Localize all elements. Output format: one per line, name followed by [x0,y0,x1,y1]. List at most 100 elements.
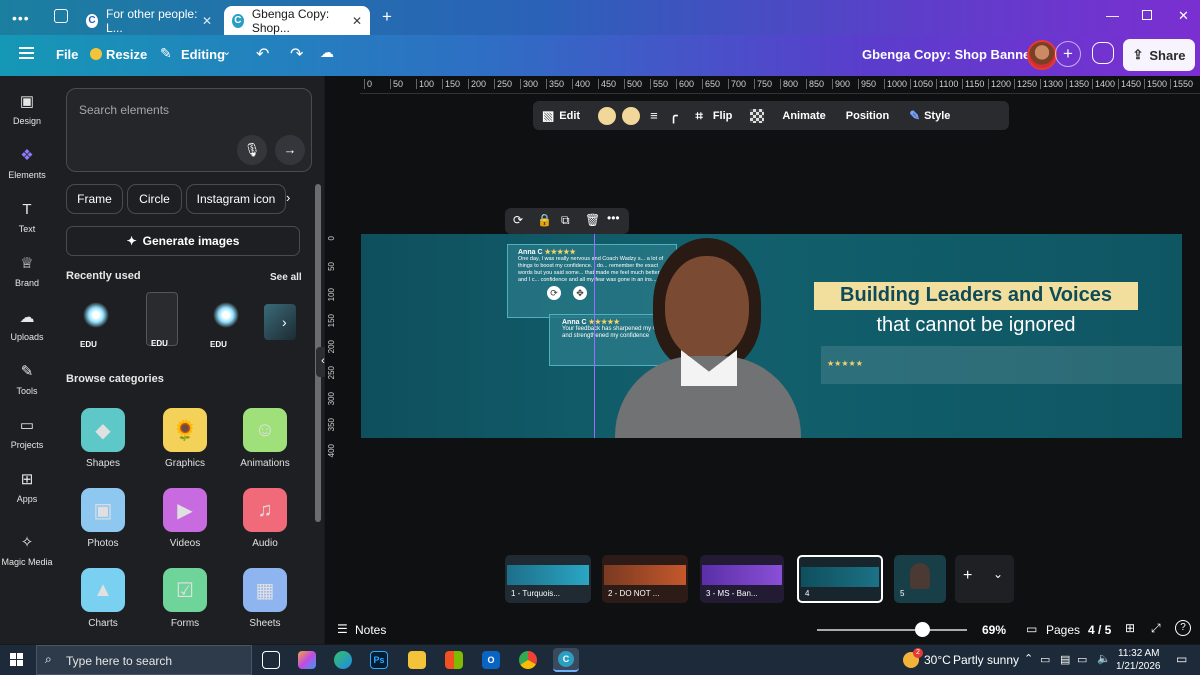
microphone-icon[interactable]: 🎙 [237,135,267,165]
photoshop-icon[interactable]: Ps [370,651,388,669]
see-all-link[interactable]: See all [270,272,302,283]
category-graphics[interactable]: 🌻 Graphics [150,408,220,469]
copilot-icon[interactable] [298,651,316,669]
pages-button[interactable]: Pages [1046,623,1080,637]
tab-other-people[interactable]: C For other people: L... ✕ [78,6,220,35]
weather-temp[interactable]: 30°C [924,653,951,667]
chip-instagram-icon[interactable]: Instagram icon [186,184,286,214]
style-button[interactable]: Style [924,110,950,122]
recent-next-icon[interactable]: › [282,314,287,330]
document-title[interactable]: Gbenga Copy: Shop Banners [862,47,1043,62]
chips-next-icon[interactable]: › [286,190,290,205]
category-animations[interactable]: ☺ Animations [230,408,300,469]
browser-menu-icon[interactable]: ••• [12,10,30,26]
close-tab-icon[interactable]: ✕ [202,14,212,28]
add-page-button[interactable]: + ⌄ [955,555,1014,603]
clock-date[interactable]: 1/21/2026 [1116,661,1161,672]
tray-app-icon[interactable]: ▭ [1040,653,1050,666]
edit-image-icon[interactable]: ▧ [542,108,554,124]
comments-icon[interactable] [1092,42,1114,64]
help-icon[interactable]: ? [1175,620,1191,636]
weather-description[interactable]: Partly sunny [953,653,1019,667]
position-button[interactable]: Position [846,110,889,122]
resize-button[interactable]: Resize [106,47,147,62]
tray-chevron-icon[interactable]: ⌃ [1024,652,1033,665]
rail-magic-media[interactable]: ✧ Magic Media [0,533,54,567]
outlook-icon[interactable]: O [482,651,500,669]
flip-button[interactable]: Flip [713,110,733,122]
microsoft-store-icon[interactable] [445,651,463,669]
share-button[interactable]: ⇪ Share [1123,39,1195,71]
taskbar-search-box[interactable]: ⌕ Type here to search [36,645,252,675]
page-thumb-3[interactable]: 3 - MS - Ban... [700,555,784,603]
undo-icon[interactable]: ↶ [256,44,269,64]
category-photos[interactable]: ▣ Photos [68,488,138,549]
search-elements-box[interactable]: Search elements 🎙 → [66,88,312,172]
page-thumb-5[interactable]: 5 [894,555,946,603]
editing-mode-button[interactable]: Editing [181,47,225,62]
tab-gbenga-copy[interactable]: C Gbenga Copy: Shop... ✕ [224,6,370,35]
page-thumb-1[interactable]: 1 - Turquois... [505,555,591,603]
animate-button[interactable]: Animate [782,110,825,122]
zoom-slider-handle[interactable] [915,622,930,637]
chevron-down-icon[interactable]: ⌄ [993,567,1003,581]
chip-frame[interactable]: Frame [66,184,123,214]
add-collaborator-button[interactable]: + [1055,41,1081,67]
border-style-icon[interactable]: ≡ [650,108,658,123]
recent-element-1[interactable]: EDU [74,298,118,349]
avatar[interactable] [1027,40,1057,70]
rotate-icon[interactable]: ⟳ [513,213,523,227]
page-thumb-2[interactable]: 2 - DO NOT ... [602,555,688,603]
category-sheets[interactable]: ▦ Sheets [230,568,300,629]
crop-icon[interactable]: ⌗ [696,108,703,124]
close-window-icon[interactable]: ✕ [1178,8,1189,24]
search-submit-icon[interactable]: → [275,135,305,165]
file-menu[interactable]: File [56,47,78,62]
banner-heading-line2[interactable]: that cannot be ignored [814,314,1138,337]
tray-app-2-icon[interactable]: ▤ [1060,653,1070,666]
rail-tools[interactable]: ✎ Tools [0,362,54,396]
edge-icon[interactable] [334,651,352,669]
recent-element-2[interactable]: EDU [146,292,178,348]
task-view-icon[interactable] [262,651,280,669]
banner-heading-line1[interactable]: Building Leaders and Voices [814,284,1138,307]
category-shapes[interactable]: ◆ Shapes [68,408,138,469]
banner-design[interactable]: Anna C ★★★★★ One day, I was really nervo… [361,234,1182,438]
corner-rounding-icon[interactable]: ╭ [670,108,678,124]
generate-images-button[interactable]: ✦ Generate images [66,226,300,256]
portrait-photo[interactable] [581,238,833,438]
cloud-saved-icon[interactable]: ☁ [320,44,334,61]
rail-text[interactable]: T Text [0,200,54,234]
category-charts[interactable]: ▲ Charts [68,568,138,629]
grid-view-icon[interactable]: ⊞ [1125,621,1135,635]
selection-handle-rotate[interactable]: ⟳ [547,286,561,300]
notification-icon[interactable]: ▭ [1176,652,1187,666]
color-swatch-1[interactable] [598,106,617,125]
rail-elements[interactable]: ❖ Elements [0,146,54,180]
rail-projects[interactable]: ▭ Projects [0,416,54,450]
color-swatch-2[interactable] [622,106,641,125]
rail-uploads[interactable]: ☁ Uploads [0,308,54,342]
duplicate-icon[interactable]: ⧉ [561,213,570,228]
fullscreen-icon[interactable]: ⤢ [1151,621,1161,636]
recent-element-3[interactable]: EDU [204,298,248,349]
rail-apps[interactable]: ⊞ Apps [0,470,54,504]
chip-circle[interactable]: Circle [127,184,182,214]
redo-icon[interactable]: ↷ [290,44,303,64]
category-audio[interactable]: ♫ Audio [230,488,300,549]
category-videos[interactable]: ▶ Videos [150,488,220,549]
taskbar-search-input[interactable]: Type here to search [66,654,172,668]
page-thumb-4[interactable]: 4 [797,555,883,603]
clock-time[interactable]: 11:32 AM [1118,648,1160,659]
edit-button[interactable]: Edit [559,110,580,122]
canva-taskbar-icon[interactable]: C [553,648,579,672]
notes-button[interactable]: Notes [355,623,386,637]
search-input[interactable]: Search elements [79,103,169,117]
windows-start-icon[interactable] [10,653,23,666]
volume-icon[interactable]: 🔈 [1097,652,1111,665]
rail-brand[interactable]: ♕ Brand [0,254,54,288]
file-explorer-icon[interactable] [408,651,426,669]
zoom-slider-track[interactable] [817,629,967,631]
delete-icon[interactable]: 🗑 [585,213,600,227]
new-tab-button[interactable]: + [382,7,392,27]
